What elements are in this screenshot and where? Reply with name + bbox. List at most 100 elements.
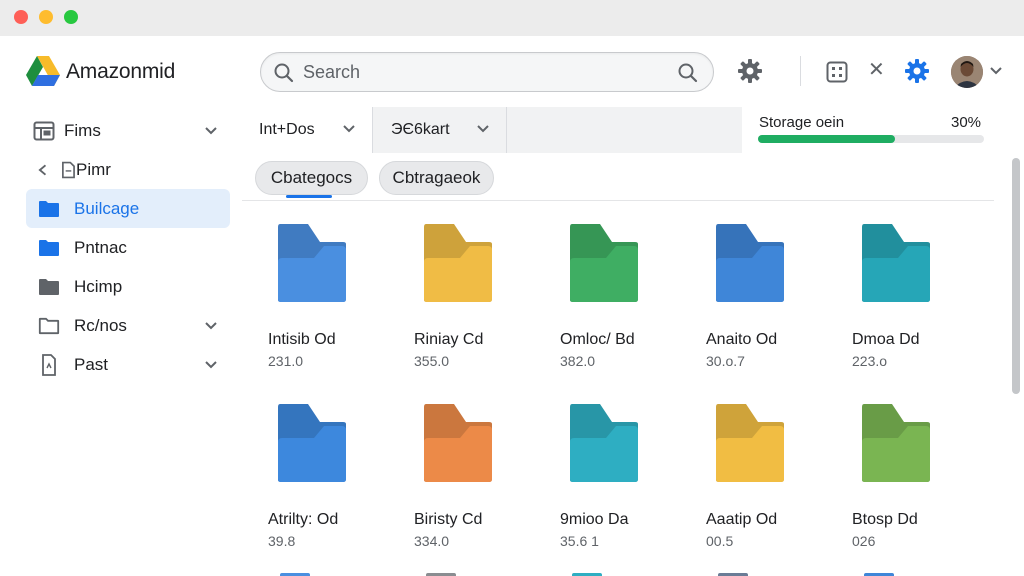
file-size: 00.5: [706, 533, 734, 549]
drive-triangle-icon: [26, 56, 60, 86]
file-item[interactable]: Intisib Od 231.0: [268, 222, 388, 369]
sidebar-item-pntnac[interactable]: Pntnac: [26, 228, 230, 267]
sidebar-item-builcage[interactable]: Builcage: [26, 189, 230, 228]
chevron-down-icon[interactable]: [204, 321, 218, 331]
folder-icon: [716, 224, 784, 302]
tab-ekart[interactable]: ЭЄ6kart: [373, 107, 507, 153]
close-icon[interactable]: ✕: [868, 60, 885, 80]
tab-bar: Int+Dos ЭЄ6kart: [242, 107, 742, 153]
chip-categories[interactable]: Cbategocs: [255, 161, 368, 195]
folder-icon: [278, 224, 346, 302]
file-size: 231.0: [268, 353, 304, 369]
maximize-window-button[interactable]: [64, 10, 78, 24]
sidebar-item-label: Pntnac: [74, 237, 127, 257]
folder-icon: [570, 224, 638, 302]
app-window: Amazonmid ✕: [0, 36, 1024, 576]
file-size: 223.o: [852, 353, 888, 369]
storage-label: Storage oein: [759, 114, 845, 131]
settings-gear-icon[interactable]: [737, 58, 763, 84]
file-name: Omloc/ Bd: [560, 331, 635, 348]
settings-gear-blue-icon[interactable]: [904, 58, 930, 84]
back-arrow-icon[interactable]: [38, 163, 51, 177]
file-item[interactable]: Anaito Od 30.o.7: [706, 222, 826, 369]
storage-percent: 30%: [951, 114, 982, 131]
file-name: Dmoa Dd: [852, 331, 920, 348]
file-item[interactable]: Aaatip Od 00.5: [706, 402, 826, 549]
sidebar-item-label: Pimr: [76, 159, 111, 179]
file-size: 39.8: [268, 533, 296, 549]
file-item[interactable]: 9mioo Da 35.6 1: [560, 402, 680, 549]
folder-icon: [862, 224, 930, 302]
sidebar-item-pimr[interactable]: Pimr: [26, 150, 230, 189]
chevron-down-icon[interactable]: [204, 126, 218, 136]
folder-icon: [424, 224, 492, 302]
chip-cbtragaeok[interactable]: Cbtragaeok: [379, 161, 494, 195]
folder-icon: [278, 404, 346, 482]
search-icon[interactable]: [273, 62, 295, 84]
search-bar[interactable]: [260, 52, 714, 92]
sidebar-item-hcimp[interactable]: Hcimp: [26, 267, 230, 306]
chevron-down-icon[interactable]: [204, 360, 218, 370]
storage-progress-bar: [758, 135, 984, 143]
tab-label: Int+Dos: [259, 121, 315, 138]
minimize-window-button[interactable]: [39, 10, 53, 24]
close-window-button[interactable]: [14, 10, 28, 24]
apps-grid-icon[interactable]: [826, 61, 848, 83]
avatar[interactable]: [951, 56, 983, 88]
sidebar-item-label: Past: [74, 354, 109, 374]
tab-label: ЭЄ6kart: [391, 121, 450, 138]
folder-icon: [716, 404, 784, 482]
sidebar-item-fims[interactable]: Fims: [26, 111, 230, 150]
sidebar-item-label: Hcimp: [74, 276, 123, 296]
file-item[interactable]: Atrilty: Od 39.8: [268, 402, 388, 549]
content-divider: [242, 200, 994, 201]
storage-progress-fill: [758, 135, 895, 143]
file-item[interactable]: Biristy Cd 334.0: [414, 402, 534, 549]
file-name: Atrilty: Od: [268, 511, 339, 528]
sidebar-item-label: Builcage: [74, 198, 140, 218]
folder-icon: [862, 404, 930, 482]
file-item[interactable]: Riniay Cd 355.0: [414, 222, 534, 369]
sidebar-item-label: Rc/nos: [74, 315, 127, 335]
file-name: Aaatip Od: [706, 511, 778, 528]
file-size: 026: [852, 533, 876, 549]
file-size: 30.o.7: [706, 353, 745, 369]
file-name: Riniay Cd: [414, 331, 484, 348]
search-input[interactable]: [303, 60, 643, 84]
sidebar: Fims Pimr Builcage Pntnac Hcimp Rc/nos P…: [26, 111, 230, 384]
window-titlebar: [0, 0, 1024, 36]
header-divider: [800, 56, 801, 86]
file-item[interactable]: Btosp Dd 026: [852, 402, 972, 549]
file-icon: [62, 161, 75, 178]
folder-icon: [39, 239, 59, 256]
folder-icon: [39, 278, 59, 295]
chevron-down-icon[interactable]: [342, 124, 356, 134]
app-title: Amazonmid: [66, 60, 176, 83]
sidebar-item-label: Fims: [64, 120, 101, 140]
file-item[interactable]: Dmoa Dd 223.o: [852, 222, 972, 369]
tab-int-dos[interactable]: Int+Dos: [242, 107, 373, 153]
file-size: 334.0: [414, 533, 450, 549]
active-chip-indicator: [286, 195, 332, 198]
file-name: 9mioo Da: [560, 511, 629, 528]
search-icon[interactable]: [677, 62, 699, 84]
grid-folder-icon: [33, 121, 55, 140]
file-size: 35.6 1: [560, 533, 599, 549]
scrollbar-thumb[interactable]: [1012, 158, 1020, 394]
folder-icon: [424, 404, 492, 482]
sidebar-item-rcnos[interactable]: Rc/nos: [26, 306, 230, 345]
folder-outline-icon: [38, 317, 60, 334]
file-item[interactable]: Omloc/ Bd 382.0: [560, 222, 680, 369]
file-size: 382.0: [560, 353, 596, 369]
file-size: 355.0: [414, 353, 450, 369]
document-icon: [42, 353, 56, 376]
chevron-down-icon[interactable]: [476, 124, 490, 134]
sidebar-item-past[interactable]: Past: [26, 345, 230, 384]
file-grid: Intisib Od 231.0 Riniay Cd 355.0 Omloc/ Bd 38…: [268, 222, 968, 576]
chevron-down-icon[interactable]: [989, 66, 1003, 76]
folder-icon: [570, 404, 638, 482]
file-name: Btosp Dd: [852, 511, 918, 528]
file-name: Anaito Od: [706, 331, 778, 348]
file-name: Intisib Od: [268, 331, 336, 348]
file-name: Biristy Cd: [414, 511, 483, 528]
